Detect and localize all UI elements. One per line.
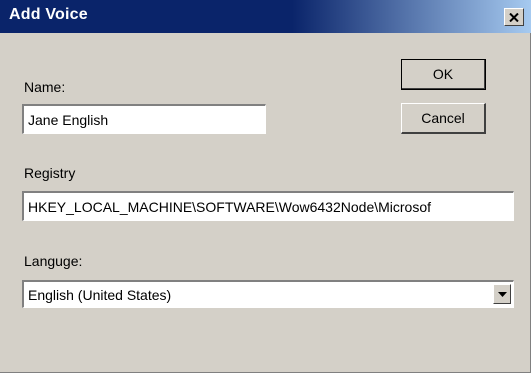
close-icon [509, 12, 519, 22]
language-select[interactable]: English (United States) [22, 280, 514, 308]
registry-label: Registry [24, 165, 76, 181]
registry-input[interactable]: HKEY_LOCAL_MACHINE\SOFTWARE\Wow6432Node\… [22, 191, 514, 221]
chevron-down-icon [497, 291, 507, 297]
name-label: Name: [24, 79, 66, 95]
cancel-button-label: Cancel [421, 110, 465, 126]
language-selected-value: English (United States) [28, 286, 172, 303]
ok-button-label: OK [432, 66, 454, 82]
language-label: Languge: [24, 253, 83, 269]
dropdown-button[interactable] [493, 284, 511, 304]
dialog-title: Add Voice [9, 6, 88, 23]
add-voice-dialog: Add Voice Name: Jane English OK Cancel R… [0, 0, 531, 373]
name-input-value: Jane English [28, 111, 109, 128]
cancel-button[interactable]: Cancel [401, 103, 486, 134]
ok-button[interactable]: OK [401, 59, 486, 90]
registry-input-value: HKEY_LOCAL_MACHINE\SOFTWARE\Wow6432Node\… [28, 198, 432, 215]
title-bar[interactable]: Add Voice [0, 0, 531, 33]
name-input[interactable]: Jane English [22, 104, 266, 134]
close-button[interactable] [504, 8, 524, 26]
